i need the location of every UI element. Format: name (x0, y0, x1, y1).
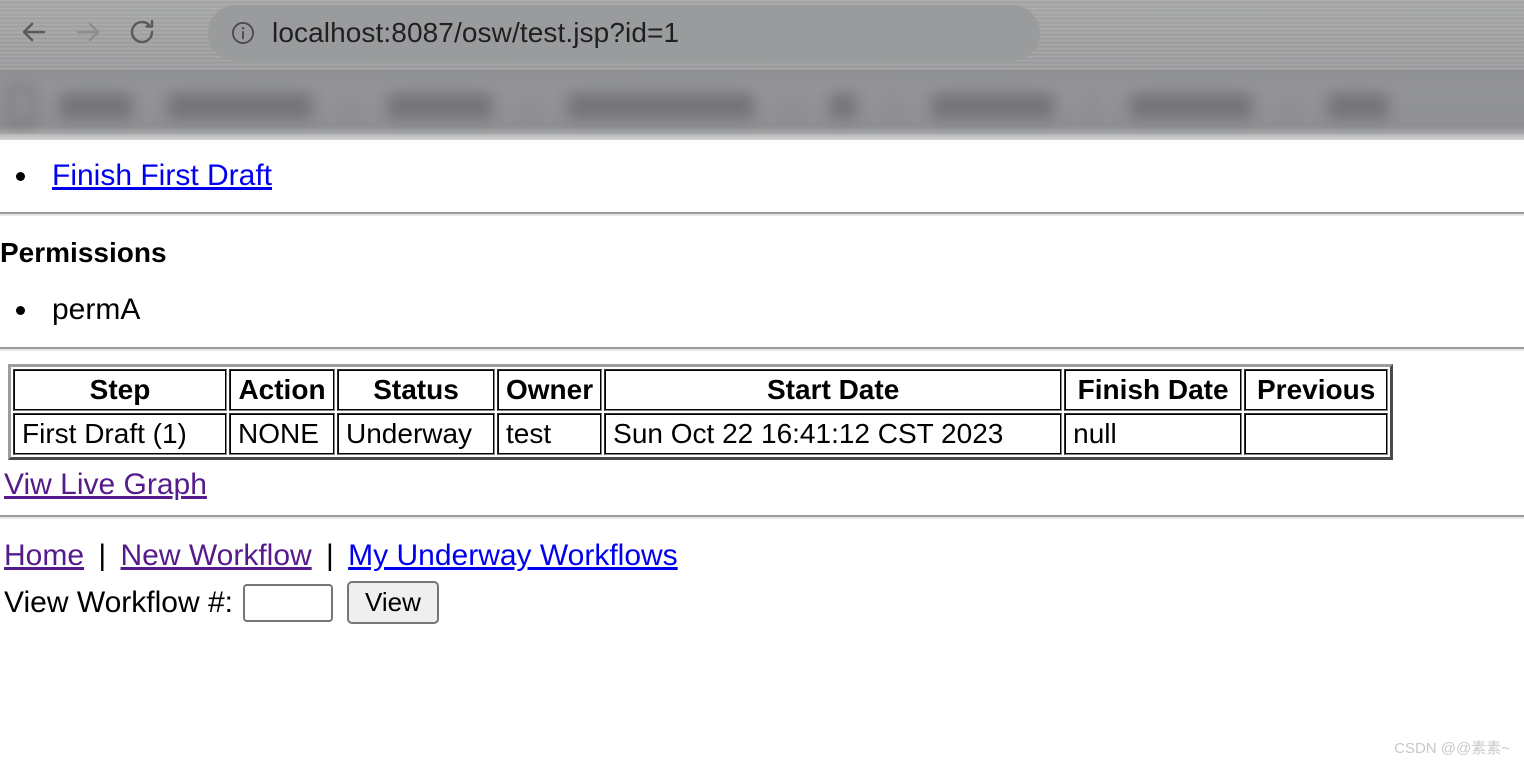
column-header-finish-date: Finish Date (1064, 369, 1242, 411)
browser-nav-buttons (12, 10, 164, 54)
bookmark-item[interactable] (60, 93, 132, 119)
nav-separator: | (320, 539, 340, 572)
divider-before-table (0, 347, 1524, 351)
bookmark-item[interactable] (568, 93, 754, 119)
bookmark-separator (528, 91, 532, 121)
cell-previous (1244, 413, 1388, 455)
table-header-row: Step Action Status Owner Start Date Fini… (13, 369, 1388, 411)
bookmark-item[interactable] (932, 93, 1054, 119)
column-header-previous: Previous (1244, 369, 1388, 411)
permissions-list: permA (0, 291, 1524, 329)
cell-owner: test (497, 413, 602, 455)
nav-link-home[interactable]: Home (4, 539, 84, 572)
reload-icon (127, 17, 157, 47)
column-header-action: Action (229, 369, 335, 411)
column-header-owner: Owner (497, 369, 602, 411)
bookmark-separator (348, 91, 352, 121)
back-button[interactable] (12, 10, 56, 54)
cell-finish-date: null (1064, 413, 1242, 455)
bookmark-separator (790, 91, 794, 121)
workflow-steps-table: Step Action Status Owner Start Date Fini… (8, 364, 1393, 460)
bookmark-item[interactable] (1130, 93, 1252, 119)
bookmark-separator (1288, 91, 1292, 121)
address-bar[interactable]: localhost:8087/osw/test.jsp?id=1 (208, 5, 1040, 61)
view-workflow-form: View Workflow #: View (4, 581, 1524, 624)
divider-after-actions (0, 212, 1524, 216)
table-row: First Draft (1) NONE Underway test Sun O… (13, 413, 1388, 455)
view-workflow-label: View Workflow #: (4, 586, 233, 620)
bookmark-item[interactable] (168, 93, 312, 119)
nav-link-new-workflow[interactable]: New Workflow (121, 539, 312, 572)
list-item: Finish First Draft (40, 157, 1524, 195)
footer-nav: Home | New Workflow | My Underway Workfl… (4, 539, 1524, 573)
view-button[interactable]: View (347, 581, 439, 624)
bookmarks-bar-items-blurred (8, 84, 1524, 128)
bookmark-item[interactable] (1328, 93, 1388, 119)
bookmark-separator (1090, 91, 1094, 121)
bookmark-item[interactable] (830, 93, 856, 119)
page-content: Finish First Draft Permissions permA Ste… (0, 140, 1524, 766)
live-graph-row: Viw Live Graph (4, 468, 1524, 502)
list-item: permA (40, 291, 1524, 329)
workflow-number-input[interactable] (243, 584, 333, 622)
forward-arrow-icon (73, 17, 103, 47)
bookmark-separator (892, 91, 896, 121)
cell-step: First Draft (1) (13, 413, 227, 455)
permissions-heading: Permissions (0, 238, 1524, 269)
column-header-start-date: Start Date (604, 369, 1062, 411)
browser-chrome: localhost:8087/osw/test.jsp?id=1 (0, 0, 1524, 70)
action-link-finish-first-draft[interactable]: Finish First Draft (52, 159, 272, 192)
divider-before-nav (0, 515, 1524, 519)
cell-start-date: Sun Oct 22 16:41:12 CST 2023 (604, 413, 1062, 455)
nav-link-my-underway-workflows[interactable]: My Underway Workflows (348, 539, 678, 572)
bookmark-item[interactable] (388, 93, 492, 119)
watermark: CSDN @@素素~ (1394, 737, 1510, 758)
reload-button[interactable] (120, 10, 164, 54)
available-actions-list: Finish First Draft (0, 157, 1524, 195)
address-bar-url: localhost:8087/osw/test.jsp?id=1 (272, 17, 679, 49)
forward-button[interactable] (66, 10, 110, 54)
back-arrow-icon (19, 17, 49, 47)
cell-action: NONE (229, 413, 335, 455)
cell-status: Underway (337, 413, 495, 455)
column-header-status: Status (337, 369, 495, 411)
site-info-icon[interactable] (230, 20, 256, 46)
apps-shortcut-icon[interactable] (8, 86, 34, 126)
nav-separator: | (92, 539, 112, 572)
view-live-graph-link[interactable]: Viw Live Graph (4, 468, 207, 501)
bookmarks-bar[interactable] (0, 70, 1524, 140)
column-header-step: Step (13, 369, 227, 411)
